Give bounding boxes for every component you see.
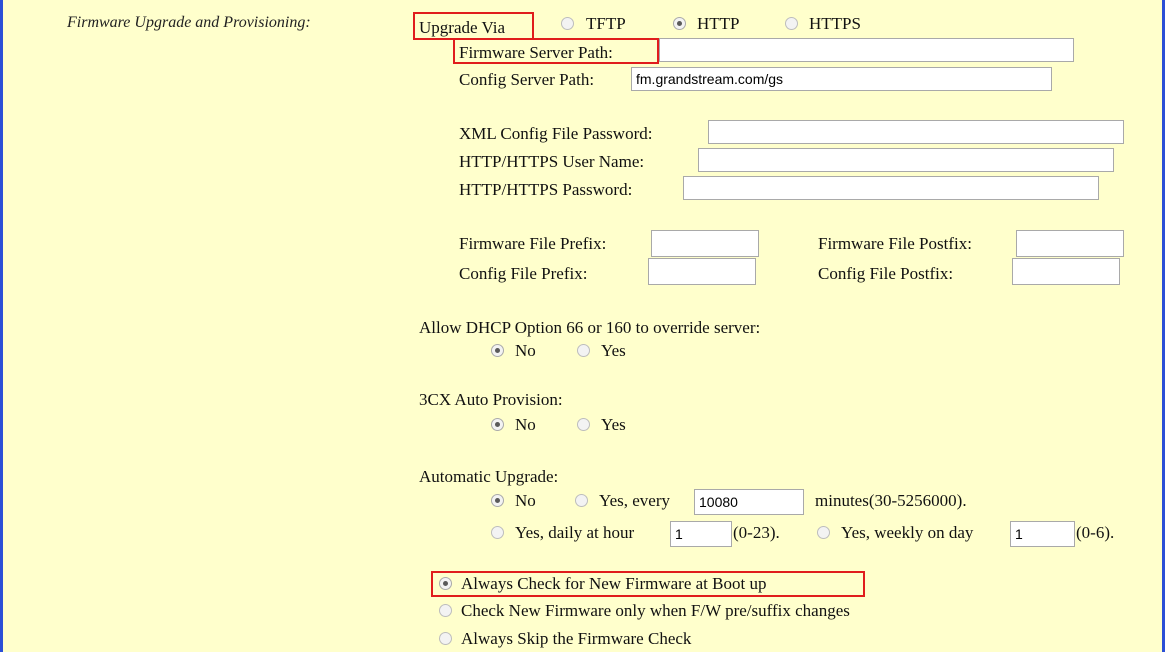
dhcp-override-yes-label: Yes <box>601 341 626 360</box>
xml-config-password-label: XML Config File Password: <box>459 124 653 143</box>
dhcp-override-yes-radio[interactable] <box>577 344 590 357</box>
xml-config-password-input[interactable] <box>708 120 1124 144</box>
dhcp-override-label: Allow DHCP Option 66 or 160 to override … <box>419 318 761 337</box>
auto-provision-yes-label: Yes <box>601 415 626 434</box>
http-password-label: HTTP/HTTPS Password: <box>459 180 633 199</box>
automatic-upgrade-label: Automatic Upgrade: <box>419 467 559 486</box>
firmware-file-postfix-label: Firmware File Postfix: <box>818 234 972 253</box>
upgrade-via-http-label: HTTP <box>697 14 740 33</box>
firmware-check-boot-radio[interactable] <box>439 577 452 590</box>
http-user-name-label: HTTP/HTTPS User Name: <box>459 152 645 171</box>
auto-provision-label: 3CX Auto Provision: <box>419 390 563 409</box>
auto-upgrade-no-label: No <box>515 491 536 510</box>
config-server-path-input[interactable] <box>631 67 1052 91</box>
auto-provision-no-radio[interactable] <box>491 418 504 431</box>
http-password-input[interactable] <box>683 176 1099 200</box>
firmware-file-prefix-input[interactable] <box>651 230 759 257</box>
upgrade-via-tftp-radio[interactable] <box>561 17 574 30</box>
auto-upgrade-no-radio[interactable] <box>491 494 504 507</box>
auto-upgrade-minutes-range: minutes(30-5256000). <box>815 491 967 510</box>
config-server-path-label: Config Server Path: <box>459 70 595 89</box>
firmware-server-path-input[interactable] <box>659 38 1074 62</box>
auto-upgrade-daily-label: Yes, daily at hour <box>515 523 635 542</box>
firmware-check-prefix-radio[interactable] <box>439 604 452 617</box>
auto-upgrade-weekly-radio[interactable] <box>817 526 830 539</box>
config-file-prefix-input[interactable] <box>648 258 756 285</box>
auto-upgrade-weekly-range: (0-6). <box>1076 523 1115 542</box>
section-label: Firmware Upgrade and Provisioning: <box>67 14 311 31</box>
config-file-prefix-label: Config File Prefix: <box>459 264 588 283</box>
http-user-name-input[interactable] <box>698 148 1114 172</box>
auto-upgrade-daily-radio[interactable] <box>491 526 504 539</box>
firmware-check-boot-label: Always Check for New Firmware at Boot up <box>461 574 767 593</box>
auto-upgrade-every-radio[interactable] <box>575 494 588 507</box>
firmware-file-prefix-label: Firmware File Prefix: <box>459 234 607 253</box>
auto-upgrade-daily-range: (0-23). <box>733 523 780 542</box>
settings-panel: Firmware Upgrade and Provisioning: Upgra… <box>0 0 1165 652</box>
upgrade-via-https-radio[interactable] <box>785 17 798 30</box>
auto-upgrade-weekly-day-input[interactable] <box>1010 521 1075 547</box>
auto-upgrade-every-label: Yes, every <box>599 491 670 510</box>
auto-upgrade-minutes-input[interactable] <box>694 489 804 515</box>
auto-upgrade-weekly-label: Yes, weekly on day <box>841 523 974 542</box>
upgrade-via-tftp-label: TFTP <box>586 14 626 33</box>
dhcp-override-no-label: No <box>515 341 536 360</box>
upgrade-via-https-label: HTTPS <box>809 14 861 33</box>
highlight-box <box>453 38 659 64</box>
firmware-check-prefix-label: Check New Firmware only when F/W pre/suf… <box>461 601 850 620</box>
upgrade-via-http-radio[interactable] <box>673 17 686 30</box>
config-file-postfix-label: Config File Postfix: <box>818 264 954 283</box>
firmware-check-skip-radio[interactable] <box>439 632 452 645</box>
auto-provision-no-label: No <box>515 415 536 434</box>
highlight-box <box>413 12 534 40</box>
auto-provision-yes-radio[interactable] <box>577 418 590 431</box>
dhcp-override-no-radio[interactable] <box>491 344 504 357</box>
auto-upgrade-daily-hour-input[interactable] <box>670 521 732 547</box>
firmware-check-skip-label: Always Skip the Firmware Check <box>461 629 692 648</box>
firmware-file-postfix-input[interactable] <box>1016 230 1124 257</box>
config-file-postfix-input[interactable] <box>1012 258 1120 285</box>
